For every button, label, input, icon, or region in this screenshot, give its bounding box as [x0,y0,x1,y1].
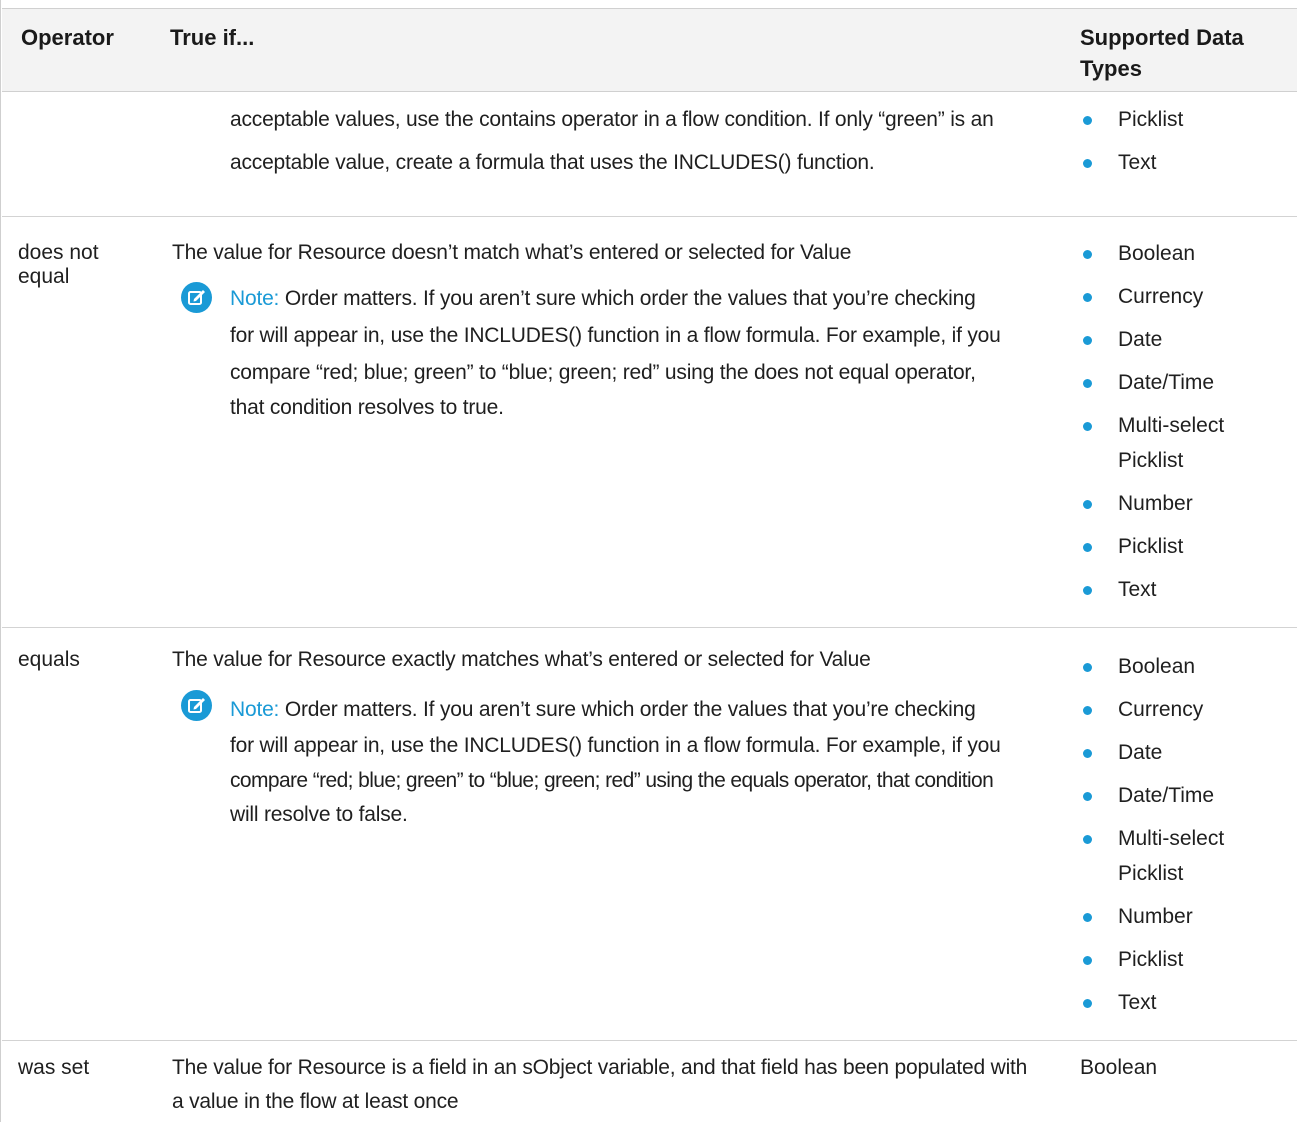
list-item: Currency [1080,279,1224,314]
list-item: Picklist [1080,102,1183,137]
operator-cell: was set [18,1056,90,1079]
table-header: Operator True if... Supported Data Types [2,8,1297,92]
note-text-line: for will appear in, use the INCLUDES() f… [230,734,1001,757]
description-text: The value for Resource exactly matches w… [172,648,871,671]
data-types-list: Boolean Currency Date Date/Time Multi-se… [1080,236,1224,615]
list-item: Multi-select Picklist [1080,821,1224,891]
list-item: Picklist [1080,942,1224,977]
list-item: Text [1080,572,1224,607]
list-item: Text [1080,145,1183,180]
row-divider [2,216,1297,217]
description-text-line: a value in the flow at least once [172,1090,459,1113]
data-type-text: Boolean [1080,1056,1158,1079]
list-item: Boolean [1080,236,1224,271]
note-label: Note: [230,287,280,310]
row-text-line: acceptable value, create a formula that … [230,151,875,174]
data-types-list: Picklist Text [1080,102,1183,188]
header-true-if: True if... [170,25,255,50]
list-item: Number [1080,486,1224,521]
list-item: Text [1080,985,1224,1020]
note-first-line: Note: Order matters. If you aren’t sure … [230,692,976,727]
note-text: Order matters. If you aren’t sure which … [284,698,976,721]
list-item: Currency [1080,692,1224,727]
note-first-line: Note: Order matters. If you aren’t sure … [230,281,976,316]
list-item: Multi-select Picklist [1080,408,1224,478]
header-operator: Operator [21,25,114,50]
note-text: Order matters. If you aren’t sure which … [284,287,976,310]
note-label: Note: [230,698,280,721]
list-item: Number [1080,899,1224,934]
edit-note-icon [181,690,212,721]
edit-note-icon [181,282,212,313]
list-item: Date [1080,322,1224,357]
data-types-list: Boolean Currency Date Date/Time Multi-se… [1080,649,1224,1028]
note-text-line: for will appear in, use the INCLUDES() f… [230,324,1001,347]
note-text-line: compare “red; blue; green” to “blue; gre… [230,361,976,384]
note-text-line: that condition resolves to true. [230,396,504,419]
list-item: Boolean [1080,649,1224,684]
note-text-line: will resolve to false. [230,803,408,826]
description-text-line: The value for Resource is a field in an … [172,1056,1028,1079]
note-text-line: compare “red; blue; green” to “blue; gre… [230,769,994,792]
operator-cell: equals [18,648,80,671]
row-text-line: acceptable values, use the contains oper… [230,108,994,131]
row-divider [2,627,1297,628]
description-text: The value for Resource doesn’t match wha… [172,241,852,264]
header-supported-data-types: Supported Data Types [1080,25,1244,81]
row-divider [2,1040,1297,1041]
list-item: Date/Time [1080,778,1224,813]
operators-table: Operator True if... Supported Data Types… [0,0,1297,1122]
list-item: Date/Time [1080,365,1224,400]
operator-cell-line: equal [18,265,70,288]
list-item: Date [1080,735,1224,770]
list-item: Picklist [1080,529,1224,564]
